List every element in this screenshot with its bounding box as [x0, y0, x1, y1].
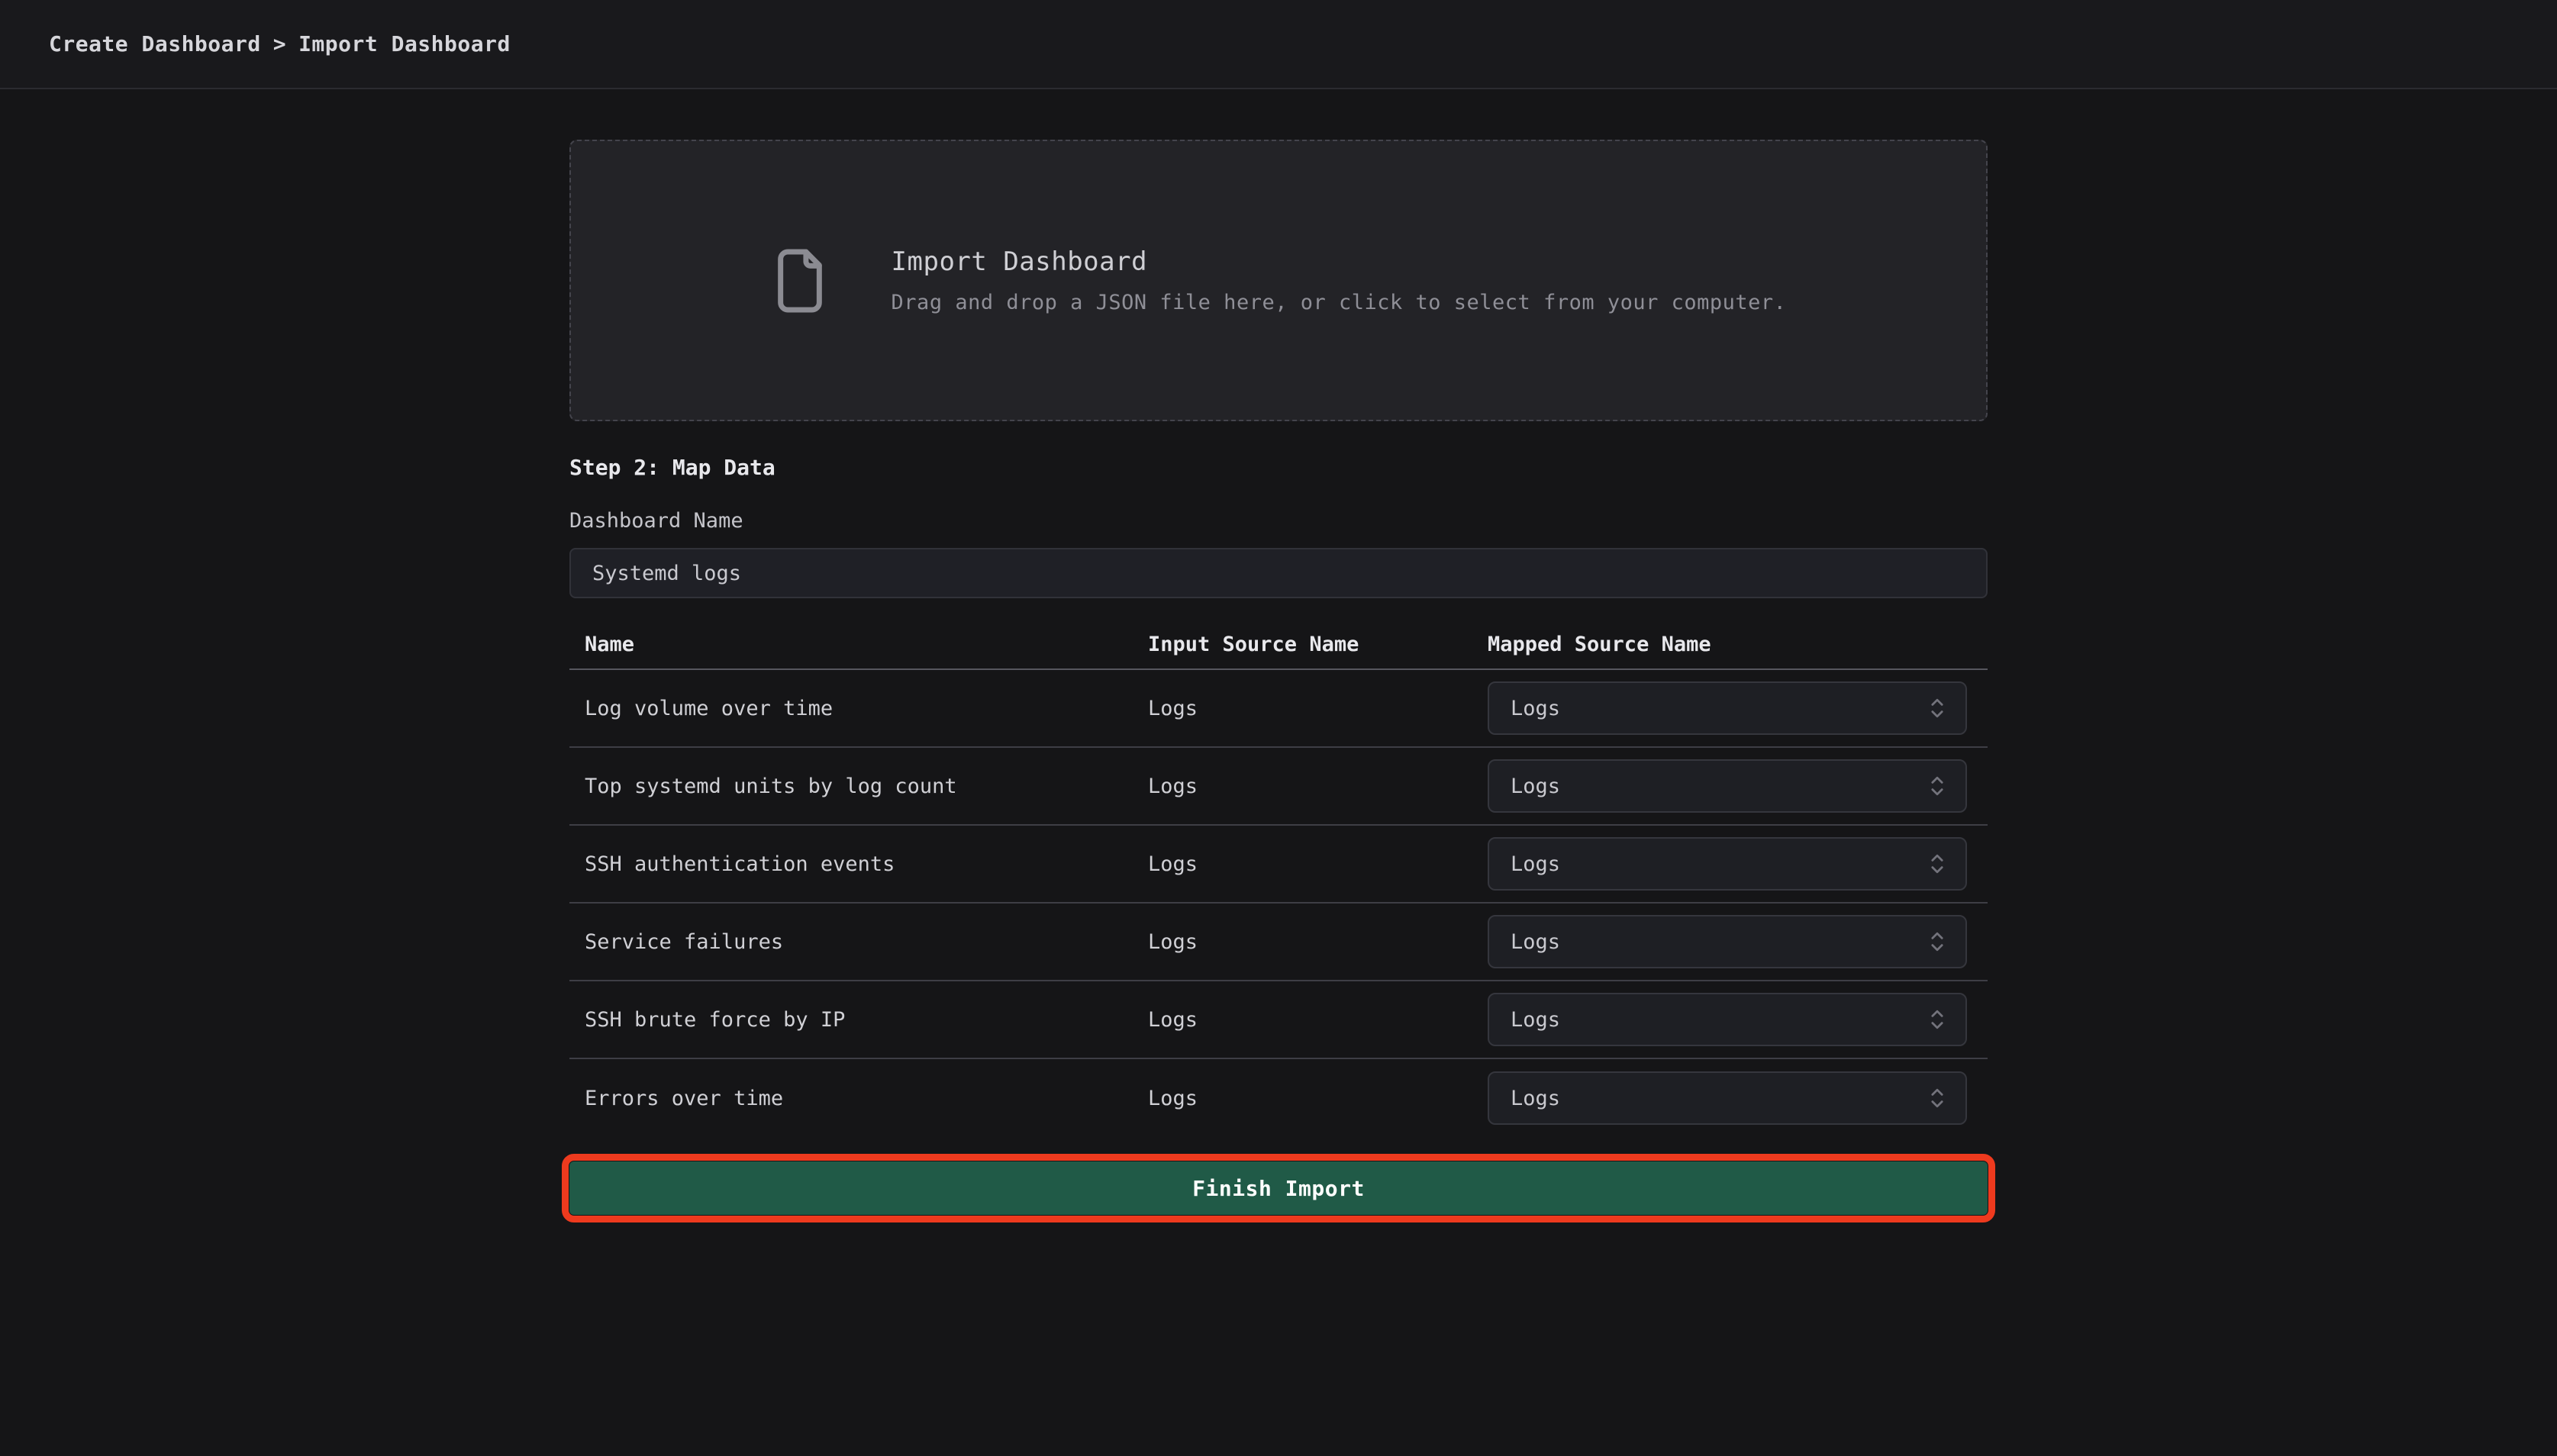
table-row: Service failures Logs Logs — [569, 904, 1988, 981]
table-row: Log volume over time Logs Logs — [569, 670, 1988, 748]
mapped-source-select[interactable]: Logs — [1488, 1071, 1967, 1125]
dropzone-text: Import Dashboard Drag and drop a JSON fi… — [892, 246, 1787, 314]
row-mapped-source-cell: Logs — [1488, 915, 1988, 968]
file-icon — [771, 246, 829, 316]
row-name-cell: SSH authentication events — [569, 852, 1148, 876]
breadcrumb-item-import-dashboard[interactable]: Import Dashboard — [298, 31, 511, 56]
mapped-source-select[interactable]: Logs — [1488, 915, 1967, 968]
column-header-mapped-source: Mapped Source Name — [1488, 633, 1988, 656]
step-heading: Step 2: Map Data — [569, 455, 1988, 480]
annotation-highlight-box: Finish Import — [569, 1161, 1988, 1215]
mapped-source-select[interactable]: Logs — [1488, 681, 1967, 735]
breadcrumb-separator: > — [273, 31, 286, 56]
mapped-source-select-value: Logs — [1511, 1087, 1560, 1110]
mapped-source-select-value: Logs — [1511, 930, 1560, 954]
chevrons-up-down-icon — [1927, 773, 1947, 799]
chevrons-up-down-icon — [1927, 695, 1947, 721]
mapped-source-select[interactable]: Logs — [1488, 837, 1967, 891]
json-file-dropzone[interactable]: Import Dashboard Drag and drop a JSON fi… — [569, 140, 1988, 421]
column-header-name: Name — [569, 633, 1148, 656]
table-row: SSH authentication events Logs Logs — [569, 826, 1988, 904]
row-input-source-cell: Logs — [1148, 1087, 1488, 1110]
breadcrumb: Create Dashboard > Import Dashboard — [49, 31, 511, 56]
dropzone-subtitle: Drag and drop a JSON file here, or click… — [892, 291, 1787, 314]
row-mapped-source-cell: Logs — [1488, 759, 1988, 813]
row-mapped-source-cell: Logs — [1488, 681, 1988, 735]
mapped-source-select-value: Logs — [1511, 1008, 1560, 1032]
table-body: Log volume over time Logs Logs Top syste… — [569, 670, 1988, 1137]
finish-import-button[interactable]: Finish Import — [569, 1161, 1988, 1215]
table-row: Errors over time Logs Logs — [569, 1059, 1988, 1137]
dropzone-title: Import Dashboard — [892, 246, 1787, 277]
chevrons-up-down-icon — [1927, 1007, 1947, 1032]
row-input-source-cell: Logs — [1148, 697, 1488, 720]
row-name-cell: Top systemd units by log count — [569, 775, 1148, 798]
topbar: Create Dashboard > Import Dashboard — [0, 0, 2557, 89]
row-input-source-cell: Logs — [1148, 775, 1488, 798]
row-input-source-cell: Logs — [1148, 1008, 1488, 1032]
mapped-source-select-value: Logs — [1511, 775, 1560, 798]
row-name-cell: Service failures — [569, 930, 1148, 954]
row-name-cell: Errors over time — [569, 1087, 1148, 1110]
source-mapping-table: Name Input Source Name Mapped Source Nam… — [569, 620, 1988, 1137]
table-header-row: Name Input Source Name Mapped Source Nam… — [569, 620, 1988, 670]
row-input-source-cell: Logs — [1148, 852, 1488, 876]
row-input-source-cell: Logs — [1148, 930, 1488, 954]
mapped-source-select[interactable]: Logs — [1488, 759, 1967, 813]
dashboard-name-label: Dashboard Name — [569, 509, 1988, 533]
mapped-source-select-value: Logs — [1511, 852, 1560, 876]
import-dashboard-page: Import Dashboard Drag and drop a JSON fi… — [569, 140, 1988, 1215]
row-name-cell: SSH brute force by IP — [569, 1008, 1148, 1032]
chevrons-up-down-icon — [1927, 929, 1947, 955]
breadcrumb-item-create-dashboard[interactable]: Create Dashboard — [49, 31, 261, 56]
table-row: SSH brute force by IP Logs Logs — [569, 981, 1988, 1059]
chevrons-up-down-icon — [1927, 851, 1947, 877]
dashboard-name-input[interactable] — [569, 548, 1988, 598]
mapped-source-select[interactable]: Logs — [1488, 993, 1967, 1046]
table-row: Top systemd units by log count Logs Logs — [569, 748, 1988, 826]
mapped-source-select-value: Logs — [1511, 697, 1560, 720]
column-header-input-source: Input Source Name — [1148, 633, 1488, 656]
row-mapped-source-cell: Logs — [1488, 1071, 1988, 1125]
row-mapped-source-cell: Logs — [1488, 837, 1988, 891]
row-name-cell: Log volume over time — [569, 697, 1148, 720]
chevrons-up-down-icon — [1927, 1085, 1947, 1111]
row-mapped-source-cell: Logs — [1488, 993, 1988, 1046]
